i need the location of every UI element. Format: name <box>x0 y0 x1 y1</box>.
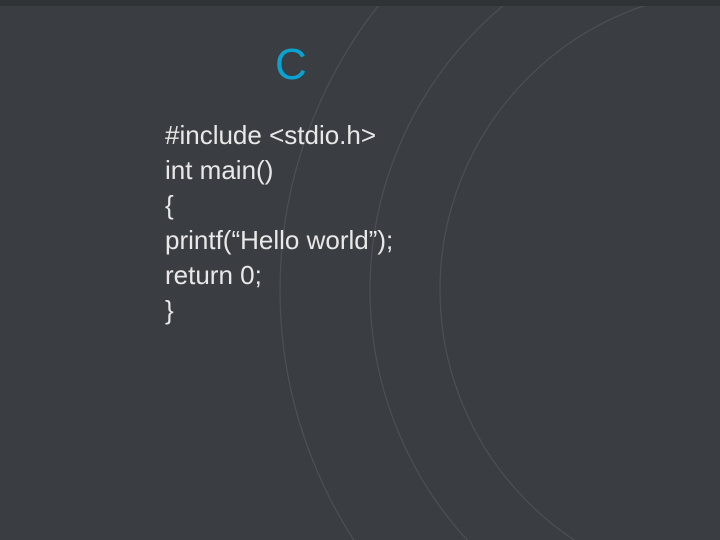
code-block: #include <stdio.h> int main() { printf(“… <box>165 118 720 329</box>
code-line-1: #include <stdio.h> <box>165 118 720 153</box>
code-line-5: return 0; <box>165 258 720 293</box>
slide: C #include <stdio.h> int main() { printf… <box>0 0 720 540</box>
code-line-6: } <box>165 293 720 328</box>
slide-title: C <box>275 40 720 90</box>
code-line-2: int main() <box>165 153 720 188</box>
code-line-4: printf(“Hello world”); <box>165 223 720 258</box>
code-line-3: { <box>165 188 720 223</box>
